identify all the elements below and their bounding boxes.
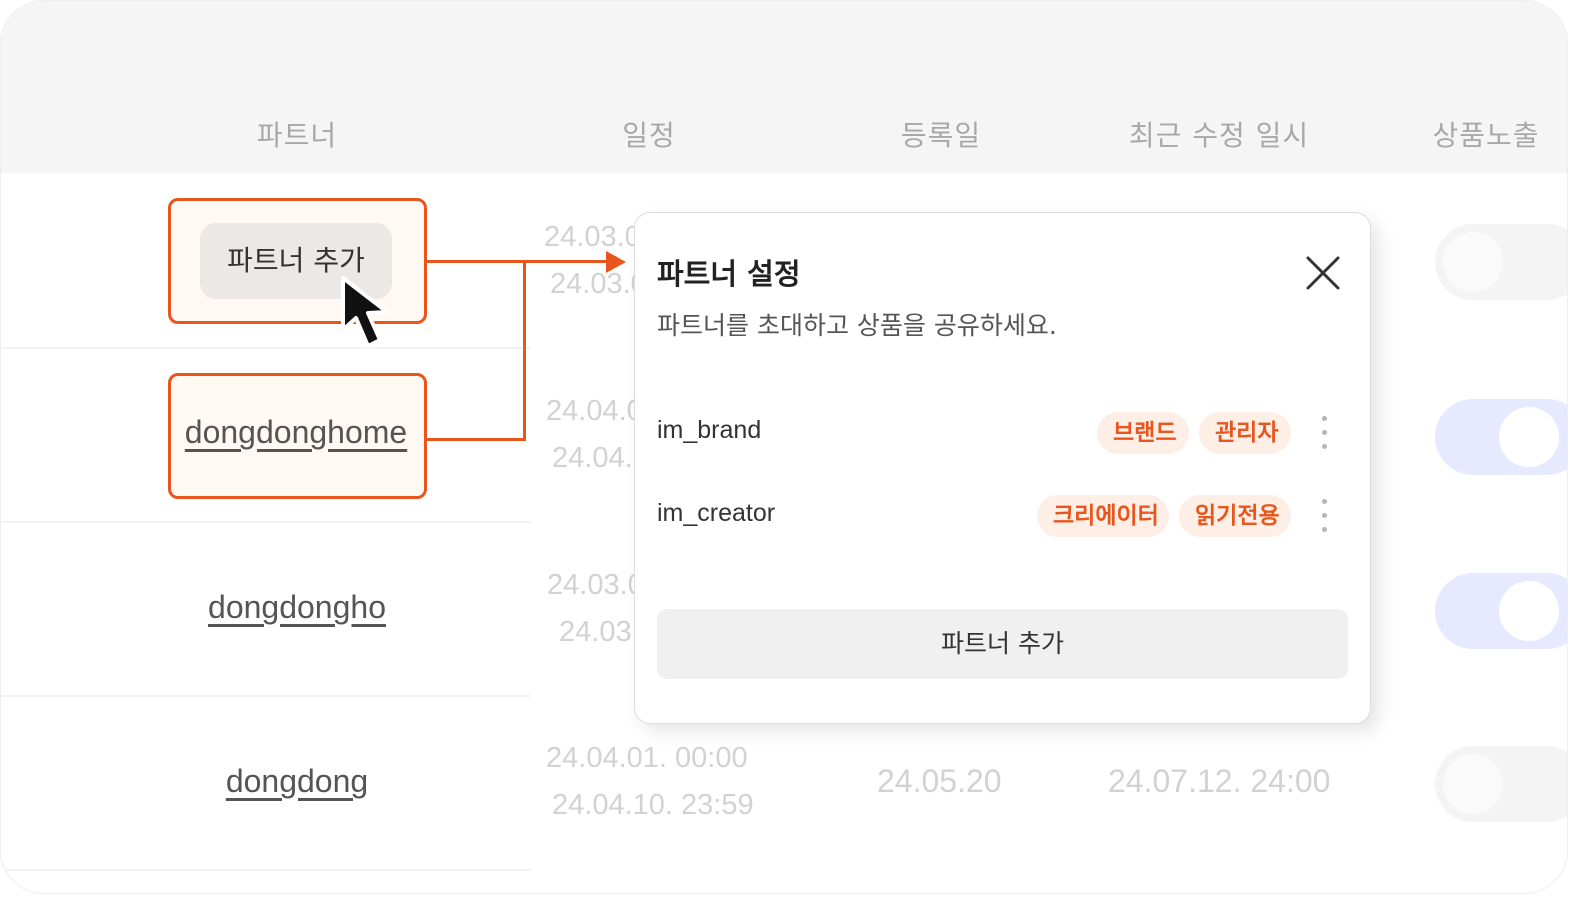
header-exposure: 상품노출 [1432, 119, 1540, 152]
exposure-toggle[interactable] [1435, 399, 1567, 475]
partner-settings-modal: 파트너 설정 파트너를 초대하고 상품을 공유하세요. im_brand 브랜드… [634, 212, 1371, 724]
schedule-end: 24.04. [552, 442, 633, 474]
partner-link[interactable]: dongdongho [208, 589, 386, 626]
modified-date: 24.07.12. 24:00 [1108, 763, 1331, 799]
member-name: im_brand [657, 416, 762, 444]
row-divider [1, 869, 531, 871]
schedule-start: 24.03.0 [544, 221, 641, 253]
modal-subtitle: 파트너를 초대하고 상품을 공유하세요. [657, 311, 1057, 340]
cursor-arrow-icon [341, 276, 389, 348]
header-partner: 파트너 [256, 119, 338, 152]
connector-arrowhead-icon [606, 251, 626, 273]
schedule-start: 24.04.01. 00:00 [546, 742, 748, 774]
partner-link-highlight[interactable]: dongdonghome [185, 414, 407, 451]
row-divider [1, 347, 531, 349]
connector-line [523, 260, 526, 441]
partner-link[interactable]: dongdong [226, 763, 368, 800]
exposure-toggle[interactable] [1435, 224, 1567, 300]
role-tag: 크리에이터 [1037, 495, 1169, 537]
schedule-start: 24.04.0 [546, 395, 643, 427]
row-divider [1, 521, 531, 523]
exposure-toggle[interactable] [1435, 746, 1567, 822]
member-name: im_creator [657, 499, 776, 527]
schedule-end: 24.04.10. 23:59 [552, 789, 754, 821]
schedule-end: 24.03. [559, 616, 640, 648]
header-modified: 최근 수정 일시 [1128, 119, 1310, 152]
member-more-icon[interactable] [1319, 499, 1329, 535]
role-tag: 브랜드 [1097, 412, 1189, 454]
registered-date: 24.05.20 [877, 763, 1002, 799]
connector-line [427, 438, 526, 441]
schedule-start: 24.03.0 [547, 569, 644, 601]
add-partner-button[interactable]: 파트너 추가 [657, 609, 1348, 679]
connector-line [427, 260, 612, 263]
modal-title: 파트너 설정 [657, 257, 801, 291]
member-more-icon[interactable] [1319, 416, 1329, 452]
header-schedule: 일정 [622, 119, 676, 152]
exposure-toggle[interactable] [1435, 573, 1567, 649]
schedule-end: 24.03.0 [550, 268, 647, 300]
role-tag: 관리자 [1199, 412, 1291, 454]
role-tag: 읽기전용 [1179, 495, 1291, 537]
row-divider [1, 695, 531, 697]
close-icon[interactable] [1303, 253, 1343, 293]
header-registered: 등록일 [900, 119, 982, 152]
table-header-bar [1, 1, 1567, 173]
